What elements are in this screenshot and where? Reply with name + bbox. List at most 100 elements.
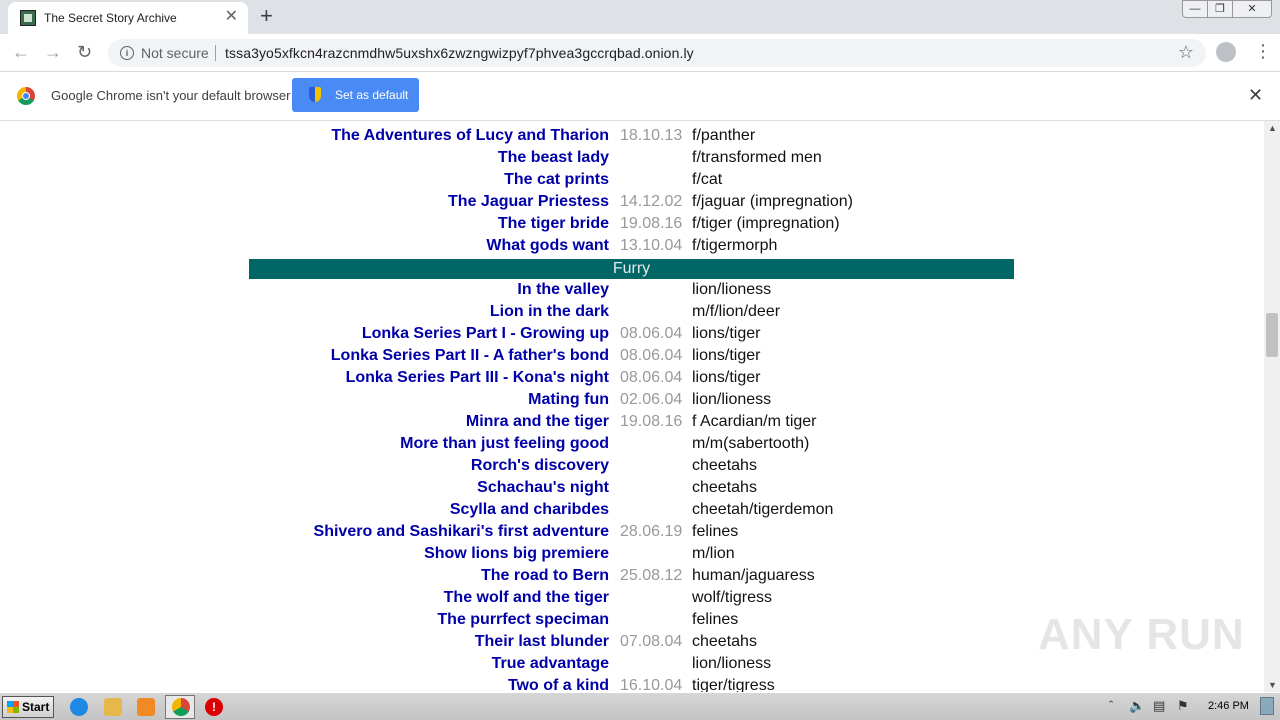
story-title-link[interactable]: The beast lady	[498, 147, 609, 169]
story-title-link[interactable]: The Adventures of Lucy and Tharion	[331, 125, 609, 147]
network-icon[interactable]: ▤	[1153, 698, 1165, 714]
uac-shield-icon	[309, 87, 321, 102]
story-category: lion/lioness	[692, 281, 772, 298]
story-category: felines	[692, 611, 739, 628]
story-title-link[interactable]: In the valley	[517, 279, 609, 301]
window-minimize-button[interactable]: —	[1182, 0, 1208, 18]
story-title-link[interactable]: Schachau's night	[477, 477, 609, 499]
story-row: More than just feeling good m/m(sabertoot…	[0, 433, 1264, 455]
story-row: Minra and the tiger 19.08.16 f Acardian/m …	[0, 411, 1264, 433]
url-text[interactable]: tssa3yo5xfkcn4razcnmdhw5uxshx6zwzngwizpy…	[225, 45, 694, 61]
story-row: What gods want 13.10.04 f/tigermorph	[0, 235, 1264, 257]
story-title-link[interactable]: The Jaguar Priestess	[448, 191, 609, 213]
file-explorer-icon[interactable]	[104, 698, 122, 716]
media-player-icon[interactable]	[137, 698, 155, 716]
stop-sign-icon[interactable]: !	[205, 698, 223, 716]
infobar-close-icon[interactable]: ✕	[1248, 86, 1263, 104]
story-category: m/m(sabertooth)	[692, 435, 810, 452]
story-category: m/lion	[692, 545, 735, 562]
story-title-link[interactable]: Scylla and charibdes	[450, 499, 609, 521]
story-category: lion/lioness	[692, 391, 772, 408]
story-row: Mating fun 02.06.04 lion/lioness	[0, 389, 1264, 411]
infobar-message: Google Chrome isn't your default browser	[51, 88, 291, 103]
story-title-link[interactable]: Two of a kind	[508, 675, 609, 692]
story-category: f/tiger (impregnation)	[692, 215, 840, 232]
new-tab-button[interactable]: +	[260, 4, 273, 28]
story-title-link[interactable]: Show lions big premiere	[424, 543, 609, 565]
story-title-link[interactable]: Lonka Series Part I - Growing up	[362, 323, 609, 345]
story-category: m/f/lion/deer	[692, 303, 781, 320]
story-category: human/jaguaress	[692, 567, 815, 584]
story-category: f Acardian/m tiger	[692, 413, 817, 430]
story-title-link[interactable]: Rorch's discovery	[471, 455, 609, 477]
story-category: tiger/tigress	[692, 677, 775, 692]
tab-title: The Secret Story Archive	[44, 11, 177, 25]
story-title-link[interactable]: Minra and the tiger	[466, 411, 609, 433]
story-date: 08.06.04	[620, 325, 683, 342]
story-title-link[interactable]: The road to Bern	[481, 565, 609, 587]
story-title-link[interactable]: More than just feeling good	[400, 433, 609, 455]
page-content: The Adventures of Lucy and Tharion 18.10.…	[0, 121, 1264, 692]
chrome-menu-icon[interactable]: ⋮	[1254, 40, 1272, 62]
profile-avatar-icon[interactable]	[1216, 42, 1236, 62]
story-title-link[interactable]: The wolf and the tiger	[444, 587, 609, 609]
forward-arrow-icon[interactable]: →	[44, 41, 62, 63]
story-title-link[interactable]: The purrfect speciman	[437, 609, 609, 631]
story-date: 07.08.04	[620, 633, 683, 650]
story-title-link[interactable]: Lonka Series Part III - Kona's night	[346, 367, 609, 389]
story-title-link[interactable]: Mating fun	[528, 389, 609, 411]
story-date: 13.10.04	[620, 237, 683, 254]
story-title-link[interactable]: The tiger bride	[498, 213, 609, 235]
browser-tab[interactable]: The Secret Story Archive ✕	[8, 2, 248, 34]
story-category: f/panther	[692, 127, 756, 144]
story-row: Two of a kind 16.10.04 tiger/tigress	[0, 675, 1264, 692]
windows-logo-icon	[7, 701, 19, 713]
story-row: Scylla and charibdes cheetah/tigerdemon	[0, 499, 1264, 521]
tab-close-icon[interactable]: ✕	[225, 8, 238, 26]
browser-toolbar: ← → ↻ i Not secure tssa3yo5xfkcn4razcnmd…	[0, 34, 1280, 72]
story-date: 14.12.02	[620, 193, 683, 210]
action-center-flag-icon[interactable]: ⚑	[1177, 698, 1189, 714]
window-close-button[interactable]: ✕	[1232, 0, 1272, 18]
info-icon[interactable]: i	[120, 46, 134, 60]
story-date: 08.06.04	[620, 347, 683, 364]
story-date: 28.06.19	[620, 523, 683, 540]
bookmark-star-icon[interactable]: ☆	[1178, 42, 1194, 63]
story-category: wolf/tigress	[692, 589, 773, 606]
window-restore-button[interactable]: ❐	[1207, 0, 1233, 18]
story-title-link[interactable]: Lion in the dark	[490, 301, 609, 323]
story-row: In the valley lion/lioness	[0, 279, 1264, 301]
set-as-default-button[interactable]: Set as default	[292, 78, 419, 112]
taskbar-chrome-button[interactable]	[165, 695, 195, 719]
story-title-link[interactable]: What gods want	[486, 235, 609, 257]
show-desktop-icon[interactable]	[1260, 697, 1274, 715]
story-date: 19.08.16	[620, 215, 683, 232]
security-label[interactable]: Not secure	[141, 45, 209, 61]
volume-icon[interactable]: 🔈	[1129, 698, 1145, 714]
story-row: The Adventures of Lucy and Tharion 18.10.…	[0, 125, 1264, 147]
story-category: cheetahs	[692, 457, 757, 474]
story-row: Lonka Series Part I - Growing up 08.06.04…	[0, 323, 1264, 345]
story-title-link[interactable]: Their last blunder	[475, 631, 609, 653]
scrollbar-thumb[interactable]	[1266, 313, 1278, 357]
scroll-down-arrow-icon[interactable]: ▼	[1268, 680, 1277, 690]
story-category: cheetah/tigerdemon	[692, 501, 834, 518]
back-arrow-icon[interactable]: ←	[12, 41, 30, 63]
chrome-icon	[172, 698, 190, 716]
reload-icon[interactable]: ↻	[77, 41, 92, 63]
taskbar-clock: 2:46 PM	[1208, 700, 1249, 712]
vertical-scrollbar[interactable]: ▲ ▼	[1264, 121, 1280, 692]
start-button[interactable]: Start	[2, 696, 54, 718]
scroll-up-arrow-icon[interactable]: ▲	[1268, 123, 1277, 133]
story-row: The beast lady f/transformed men	[0, 147, 1264, 169]
story-row: Show lions big premiere m/lion	[0, 543, 1264, 565]
story-title-link[interactable]: True advantage	[492, 653, 609, 675]
tray-expand-icon[interactable]: ˆ	[1109, 698, 1113, 713]
story-title-link[interactable]: Lonka Series Part II - A father's bond	[331, 345, 609, 367]
story-title-link[interactable]: The cat prints	[504, 169, 609, 191]
address-bar[interactable]: i Not secure tssa3yo5xfkcn4razcnmdhw5uxs…	[108, 39, 1206, 67]
story-date: 25.08.12	[620, 567, 683, 584]
default-browser-infobar: Google Chrome isn't your default browser…	[0, 72, 1280, 121]
story-title-link[interactable]: Shivero and Sashikari's first adventure	[314, 521, 609, 543]
internet-explorer-icon[interactable]	[70, 698, 88, 716]
